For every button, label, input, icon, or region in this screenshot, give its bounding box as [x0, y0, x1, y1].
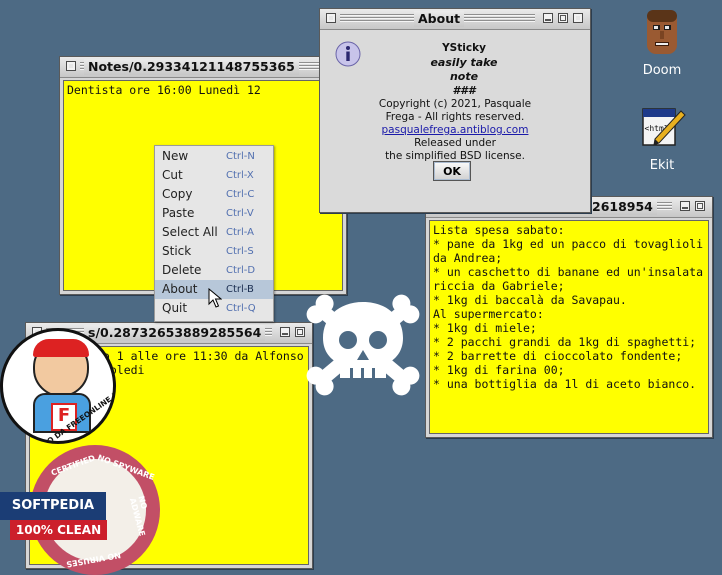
- skull-crossbones-icon: [306, 294, 420, 396]
- ok-button[interactable]: OK: [433, 161, 471, 181]
- maximize-button[interactable]: [695, 201, 705, 211]
- menu-item-copy[interactable]: Copy Ctrl-C: [155, 185, 273, 204]
- menu-item-shortcut: Ctrl-D: [226, 265, 256, 276]
- menu-item-new[interactable]: New Ctrl-N: [155, 147, 273, 166]
- maximize-button[interactable]: [558, 13, 568, 23]
- menu-item-label: Delete: [162, 263, 202, 277]
- about-website-link[interactable]: pasqualefrega.antiblog.com: [320, 124, 590, 137]
- menu-item-shortcut: Ctrl-C: [226, 189, 255, 200]
- menu-item-label: Paste: [162, 206, 195, 220]
- menu-item-delete[interactable]: Delete Ctrl-D: [155, 261, 273, 280]
- about-dialog: About YSticky easily take note ### Copyr…: [319, 8, 591, 213]
- about-copyright-2: Frega - All rights reserved.: [385, 111, 525, 123]
- minimize-button[interactable]: [543, 13, 553, 23]
- minimize-button[interactable]: [680, 201, 690, 211]
- menu-item-paste[interactable]: Paste Ctrl-V: [155, 204, 273, 223]
- menu-item-label: Copy: [162, 187, 193, 201]
- menu-item-shortcut: Ctrl-Q: [226, 303, 256, 314]
- softpedia-clean-label: 100% CLEAN: [10, 520, 107, 540]
- mouse-pointer-icon: [208, 288, 222, 308]
- about-dialog-title: About: [414, 11, 465, 27]
- menu-item-shortcut: Ctrl-B: [226, 284, 254, 295]
- menu-item-shortcut: Ctrl-S: [226, 246, 254, 257]
- note-window-1-titlebar[interactable]: Notes/0.29334121148755365: [60, 57, 346, 78]
- minimize-button[interactable]: [280, 327, 290, 337]
- menu-item-label: New: [162, 149, 189, 163]
- note-3-textarea[interactable]: Lista spesa sabato: * pane da 1kg ed un …: [429, 220, 709, 434]
- about-app-name: YSticky: [442, 42, 486, 54]
- menu-item-label: About: [162, 282, 198, 296]
- desktop-icon-ekit[interactable]: <html> Ekit: [632, 105, 692, 173]
- menu-item-stick[interactable]: Stick Ctrl-S: [155, 242, 273, 261]
- close-window-button[interactable]: [573, 13, 583, 23]
- about-tagline-1: easily take: [430, 56, 498, 69]
- menu-item-label: Stick: [162, 244, 192, 258]
- note-window-3-title: 2618954: [588, 199, 657, 215]
- close-button[interactable]: [66, 61, 76, 71]
- desktop-icon-label: Ekit: [649, 158, 675, 173]
- menu-item-shortcut: Ctrl-A: [226, 227, 255, 238]
- about-separator: ###: [452, 84, 476, 97]
- close-button[interactable]: [326, 13, 336, 23]
- menu-item-shortcut: Ctrl-V: [226, 208, 254, 219]
- doom-face-icon: [647, 10, 677, 54]
- desktop-icon-doom[interactable]: Doom: [632, 8, 692, 78]
- softpedia-label: SOFTPEDIA: [0, 492, 106, 520]
- menu-item-shortcut: Ctrl-N: [226, 151, 255, 162]
- about-dialog-titlebar[interactable]: About: [320, 9, 590, 30]
- menu-item-select-all[interactable]: Select All Ctrl-A: [155, 223, 273, 242]
- menu-item-label: Cut: [162, 168, 183, 182]
- about-copyright-1: Copyright (c) 2021, Pasquale: [378, 98, 532, 110]
- note-window-1-title: Notes/0.29334121148755365: [84, 59, 299, 75]
- menu-item-shortcut: Ctrl-X: [226, 170, 254, 181]
- desktop-icon-label: Doom: [642, 63, 682, 78]
- freeonline-badge: F CONSIGLIATO DA FREEONLINE.IT: [0, 328, 116, 444]
- about-tagline-2: note: [449, 70, 479, 83]
- note-window-3: 2618954 Lista spesa sabato: * pane da 1k…: [425, 196, 713, 438]
- about-license-1: Released under: [414, 137, 496, 149]
- note-window-2-title: s/0.28732653889285564: [84, 325, 266, 341]
- menu-item-cut[interactable]: Cut Ctrl-X: [155, 166, 273, 185]
- menu-item-label: Select All: [162, 225, 218, 239]
- html-editor-icon: <html>: [642, 108, 686, 146]
- menu-item-label: Quit: [162, 301, 188, 315]
